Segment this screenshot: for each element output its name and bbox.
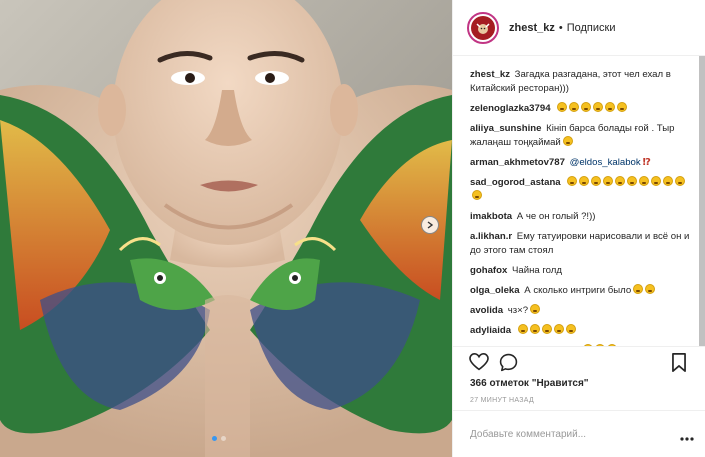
comment-icon bbox=[499, 353, 518, 372]
post-side-panel: zhest_kz • Подписки zhest_kz Загадка раз… bbox=[452, 0, 705, 457]
comment-input[interactable] bbox=[470, 428, 670, 440]
laughing-emoji-icon bbox=[557, 102, 568, 112]
laughing-emoji-icon bbox=[581, 102, 592, 112]
comment-item: adyliaida bbox=[470, 324, 692, 338]
laughing-emoji-icon bbox=[591, 176, 602, 186]
more-options-button[interactable] bbox=[680, 428, 694, 446]
heart-icon bbox=[469, 352, 489, 371]
laughing-emoji-icon bbox=[517, 324, 528, 334]
laughing-emoji-icon bbox=[593, 102, 604, 112]
header-separator: • bbox=[558, 21, 563, 34]
comment-username[interactable]: arman_akhmetov787 bbox=[470, 157, 568, 168]
post-image[interactable] bbox=[0, 0, 452, 457]
laughing-emoji-icon bbox=[645, 284, 656, 294]
laughing-emoji-icon bbox=[651, 176, 662, 186]
comment-username[interactable]: zelenoglazka3794 bbox=[470, 103, 553, 114]
laughing-emoji-icon bbox=[530, 304, 541, 314]
bookmark-icon bbox=[672, 353, 686, 372]
comment-username[interactable]: olga_oleka bbox=[470, 285, 522, 296]
save-button[interactable] bbox=[671, 353, 687, 377]
laughing-emoji-icon bbox=[553, 324, 564, 334]
laughing-emoji-icon bbox=[529, 324, 540, 334]
carousel-dot-active bbox=[212, 436, 217, 441]
comment-username[interactable]: imakbota bbox=[470, 211, 515, 222]
avatar-image bbox=[471, 15, 495, 40]
likes-count[interactable]: 366 отметок "Нравится" bbox=[470, 378, 589, 389]
comment-username[interactable]: avolida bbox=[470, 305, 506, 316]
comment-username[interactable]: adyliaida bbox=[470, 325, 514, 336]
add-comment-section bbox=[453, 410, 705, 457]
laughing-emoji-icon bbox=[565, 324, 576, 334]
chevron-right-icon bbox=[427, 221, 434, 229]
comment-username[interactable]: gohafox bbox=[470, 265, 510, 276]
post-timestamp: 27 МИНУТ НАЗАД bbox=[470, 397, 535, 404]
carousel-dot bbox=[221, 436, 226, 441]
comment-item: aliiya_sunshine Кініп барса болады ғой .… bbox=[470, 122, 692, 150]
comment-text: А че он голый ?!)) bbox=[516, 211, 596, 222]
comment-item: arman_akhmetov787 @eldos_kalabok ⁉ bbox=[470, 156, 692, 170]
laughing-emoji-icon bbox=[562, 136, 573, 146]
comment-username[interactable]: a.likhan.r bbox=[470, 231, 515, 242]
comment-mention[interactable]: @eldos_kalabok bbox=[570, 157, 641, 168]
header-username[interactable]: zhest_kz bbox=[509, 22, 555, 34]
comment-username[interactable]: sad_ogorod_astana bbox=[470, 177, 563, 188]
post: zhest_kz • Подписки zhest_kz Загадка раз… bbox=[0, 0, 705, 457]
comment-item: sad_ogorod_astana bbox=[470, 176, 692, 204]
laughing-emoji-icon bbox=[472, 190, 482, 200]
comment-item: zelenoglazka3794 bbox=[470, 102, 692, 116]
comment-item: gohafox Чайна голд bbox=[470, 264, 692, 278]
comment-text: чз×? bbox=[507, 305, 529, 316]
comment-username[interactable]: aliiya_sunshine bbox=[470, 123, 544, 134]
bull-logo-icon bbox=[476, 22, 490, 34]
avatar[interactable] bbox=[467, 11, 499, 44]
action-bar bbox=[453, 346, 705, 376]
comment-text: А сколько интриги было bbox=[524, 285, 632, 296]
interrobang-emoji: ⁉ bbox=[642, 157, 651, 168]
comment-item: zhest_kz Загадка разгадана, этот чел еха… bbox=[470, 68, 692, 96]
laughing-emoji-icon bbox=[605, 102, 616, 112]
carousel-indicator bbox=[212, 436, 226, 441]
laughing-emoji-icon bbox=[633, 284, 644, 294]
laughing-emoji-icon bbox=[617, 102, 628, 112]
laughing-emoji-icon bbox=[541, 324, 552, 334]
comment-item: olga_oleka А сколько интриги было bbox=[470, 284, 692, 298]
laughing-emoji-icon bbox=[579, 176, 590, 186]
laughing-emoji-icon bbox=[603, 176, 614, 186]
laughing-emoji-icon bbox=[567, 176, 578, 186]
scrollbar-thumb[interactable] bbox=[699, 56, 705, 346]
photo-illustration bbox=[0, 0, 452, 457]
laughing-emoji-icon bbox=[639, 176, 650, 186]
comment-button[interactable] bbox=[499, 353, 518, 377]
like-button[interactable] bbox=[469, 352, 489, 376]
comment-text: Чайна голд bbox=[511, 265, 562, 276]
following-button[interactable]: Подписки bbox=[567, 22, 616, 34]
laughing-emoji-icon bbox=[663, 176, 674, 186]
ellipsis-icon bbox=[680, 437, 694, 441]
comment-item: a.likhan.r Ему татуировки нарисовали и в… bbox=[470, 230, 692, 258]
laughing-emoji-icon bbox=[627, 176, 638, 186]
comments-scrollbar[interactable] bbox=[699, 56, 705, 346]
laughing-emoji-icon bbox=[675, 176, 686, 186]
comments-list[interactable]: zhest_kz Загадка разгадана, этот чел еха… bbox=[453, 56, 705, 346]
laughing-emoji-icon bbox=[569, 102, 580, 112]
laughing-emoji-icon bbox=[615, 176, 626, 186]
comment-item: avolida чз×? bbox=[470, 304, 692, 318]
carousel-next-button[interactable] bbox=[421, 216, 439, 234]
post-header: zhest_kz • Подписки bbox=[453, 0, 705, 56]
comment-item: imakbota А че он голый ?!)) bbox=[470, 210, 692, 224]
comment-username[interactable]: zhest_kz bbox=[470, 69, 513, 80]
